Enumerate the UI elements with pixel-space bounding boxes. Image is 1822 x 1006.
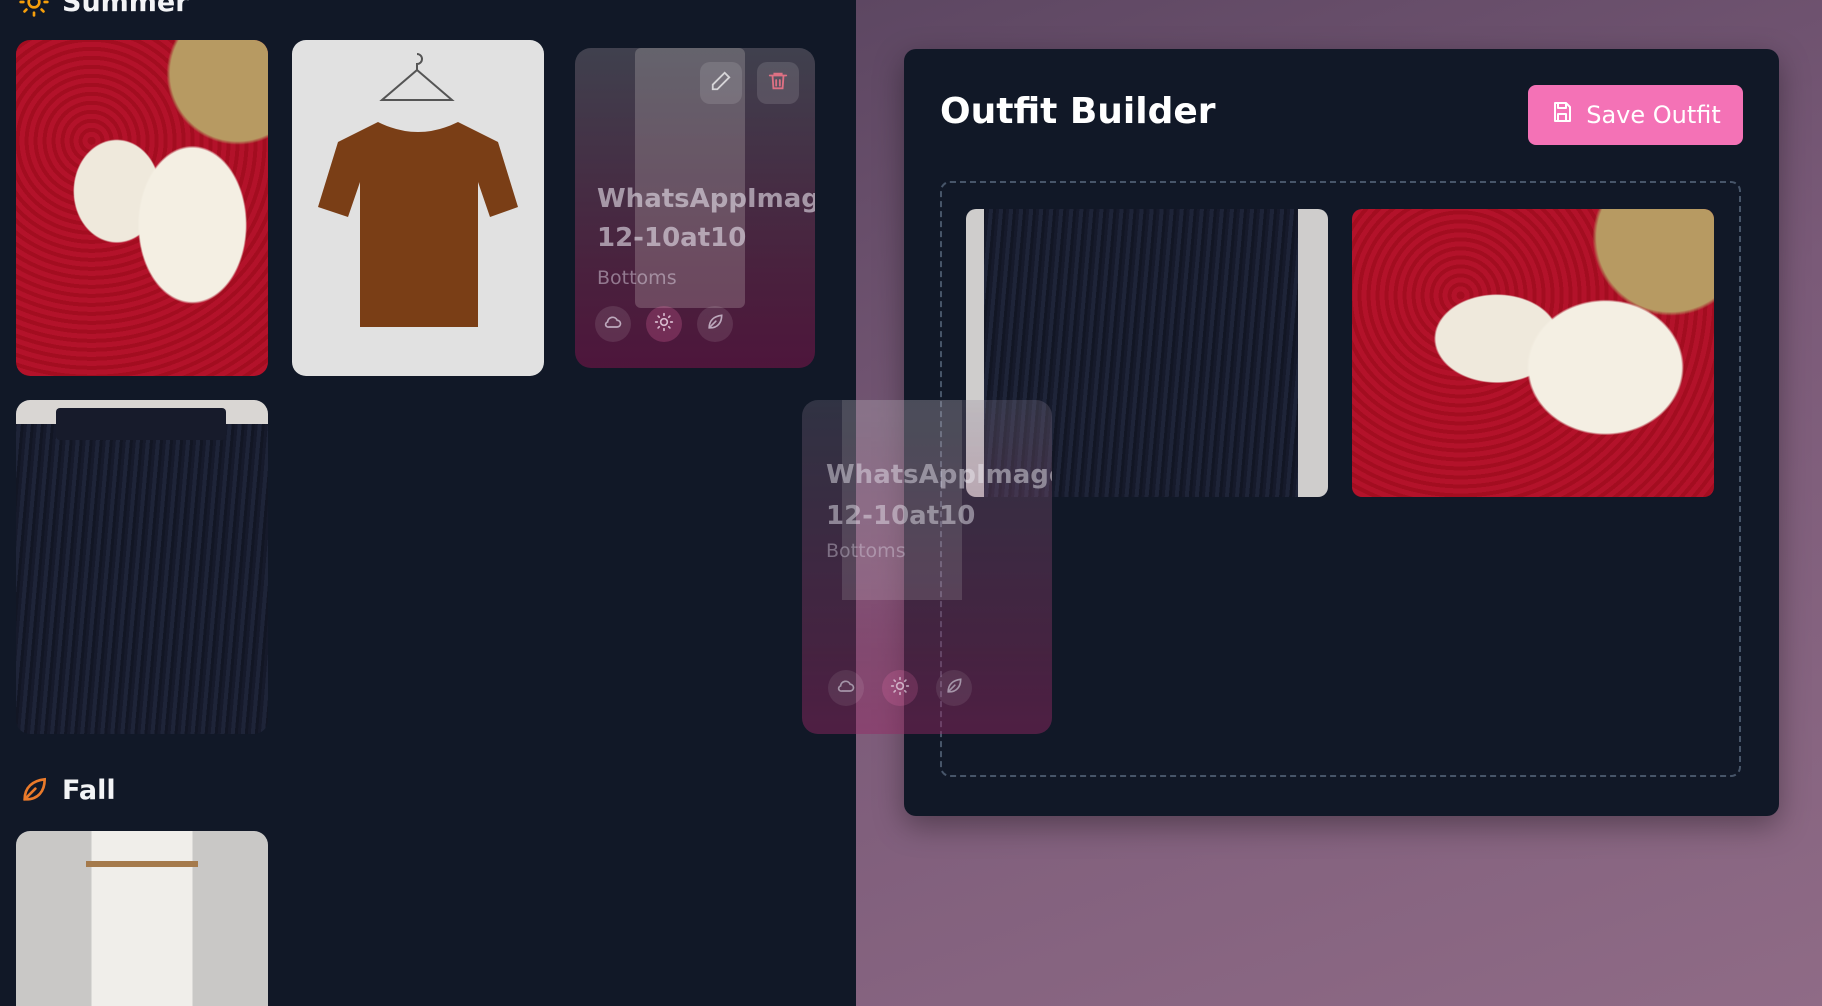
delete-button[interactable] — [757, 62, 799, 104]
builder-title: Outfit Builder — [940, 91, 1216, 132]
sun-icon — [18, 0, 50, 18]
wardrobe-item-blouse[interactable] — [16, 40, 268, 376]
background-strip — [1298, 209, 1328, 497]
wardrobe-item-pants[interactable] — [16, 831, 268, 1006]
trash-icon — [767, 70, 789, 96]
season-toggle-winter[interactable] — [595, 306, 631, 342]
item-category: Bottoms — [597, 267, 677, 289]
tshirt-graphic — [318, 122, 518, 327]
section-header-summer: Summer — [18, 0, 189, 18]
sun-icon — [890, 676, 910, 700]
item-photo — [16, 400, 268, 734]
sun-icon — [654, 312, 674, 336]
season-toggle-summer[interactable] — [646, 306, 682, 342]
drag-season-winter — [828, 670, 864, 706]
item-photo — [16, 40, 268, 376]
leaf-icon — [705, 312, 725, 336]
item-photo — [16, 831, 268, 1006]
drag-preview-card: WhatsAppImage 12-10at10 Bottoms — [802, 400, 1052, 734]
drag-season-fall — [936, 670, 972, 706]
wardrobe-item-tshirt[interactable] — [292, 40, 544, 376]
drag-season-summer — [882, 670, 918, 706]
season-toggle-fall[interactable] — [697, 306, 733, 342]
save-outfit-button[interactable]: Save Outfit — [1528, 85, 1743, 145]
wardrobe-item-pants-hovered[interactable]: WhatsAppImage 12-10at10 Bottoms — [575, 48, 815, 368]
cloud-icon — [836, 676, 856, 700]
item-title-line1: WhatsAppImage — [597, 184, 815, 214]
hanger-graphic — [379, 53, 455, 101]
item-title-line2: 12-10at10 — [597, 223, 747, 253]
hanger-bar — [86, 861, 198, 867]
save-outfit-label: Save Outfit — [1586, 101, 1721, 129]
drag-title-line1: WhatsAppImage — [826, 460, 1052, 490]
pencil-icon — [710, 70, 732, 96]
wardrobe-panel: Summer WhatsAppImage 12-10at10 Bottoms F… — [0, 0, 856, 1006]
leaf-icon — [944, 676, 964, 700]
section-title: Fall — [62, 774, 116, 806]
wardrobe-item-skirt[interactable] — [16, 400, 268, 734]
section-title: Summer — [62, 0, 189, 18]
drag-title-line2: 12-10at10 — [826, 501, 976, 531]
save-icon — [1550, 100, 1574, 130]
item-photo — [292, 40, 544, 376]
outfit-dropzone[interactable] — [940, 181, 1741, 777]
cloud-icon — [603, 312, 623, 336]
outfit-item-blouse[interactable] — [1352, 209, 1714, 497]
section-header-fall: Fall — [18, 774, 116, 806]
edit-button[interactable] — [700, 62, 742, 104]
leaf-icon — [18, 774, 50, 806]
drag-category: Bottoms — [826, 540, 906, 562]
item-photo — [1352, 209, 1714, 497]
waistband — [56, 408, 226, 440]
